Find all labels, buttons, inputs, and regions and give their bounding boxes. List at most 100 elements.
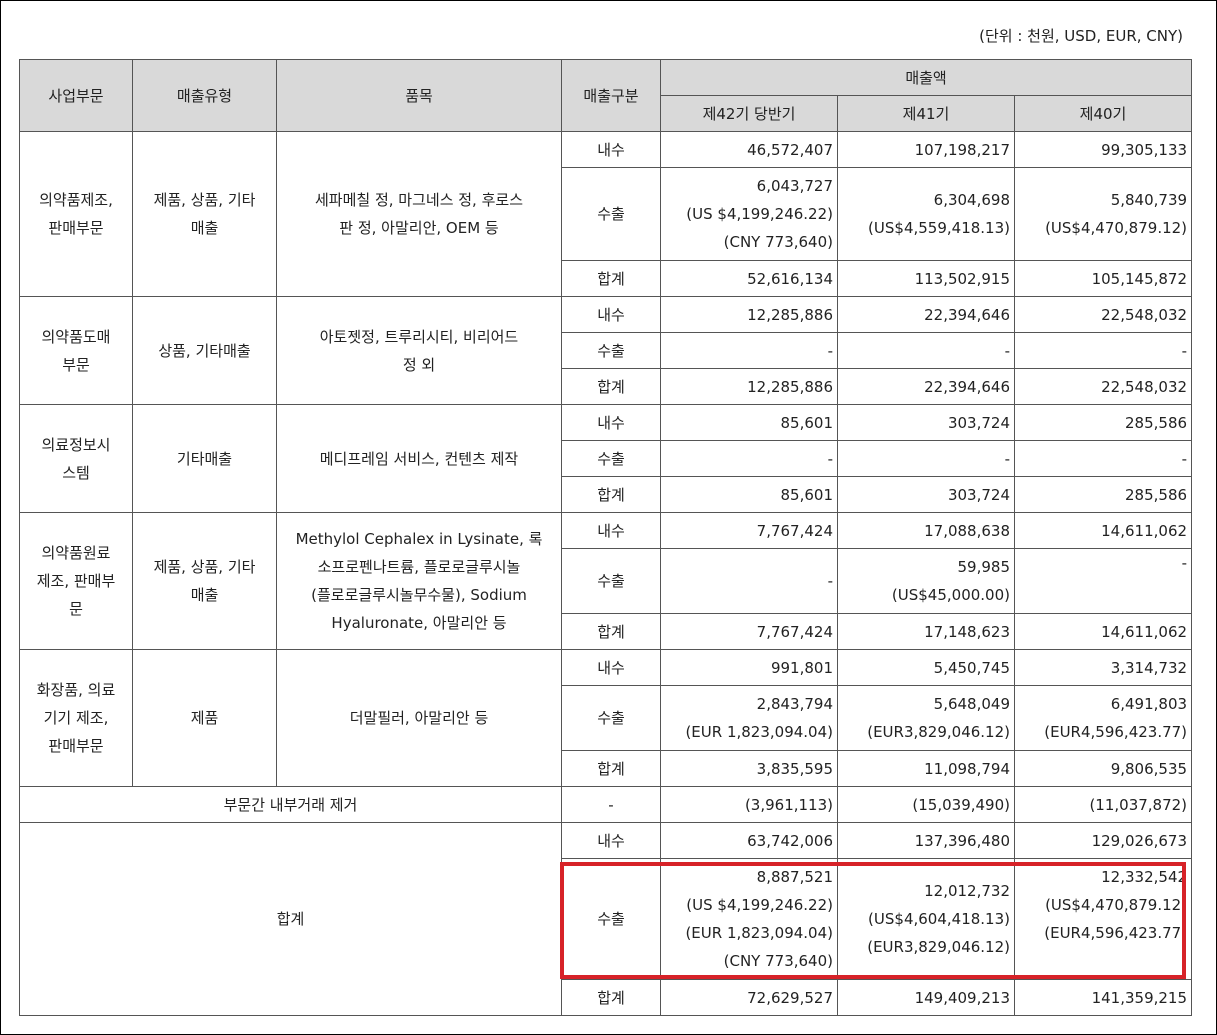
category-cell: 수출	[561, 548, 661, 614]
items-cell: Methylol Cephalex in Lysinate, 록 소프로펜나트륨,…	[276, 512, 562, 650]
category-cell: 내수	[561, 822, 661, 859]
unit-note: (단위 : 천원, USD, EUR, CNY)	[979, 27, 1183, 45]
value-cell: 7,767,424	[660, 512, 838, 549]
segment-cell: 의료정보시 스템	[19, 404, 133, 513]
value-cell: 14,611,062	[1013, 613, 1193, 650]
category-cell: 합계	[561, 750, 661, 787]
category-cell: 수출	[561, 440, 661, 477]
category-cell: 수출	[561, 858, 661, 980]
table-row: 의약품도매 부문 상품, 기타매출 아토젯정, 트루리시티, 비리어드 정 외 내수…	[19, 296, 1193, 405]
value-cell: 85,601	[660, 404, 838, 441]
segment-cell: 화장품, 의료 기기 제조, 판매부문	[19, 649, 133, 787]
type-cell: 상품, 기타매출	[132, 296, 277, 405]
value-cell: 72,629,527	[660, 979, 838, 1016]
header-sales-category: 매출구분	[561, 59, 661, 132]
value-cell: 22,394,646	[837, 368, 1015, 405]
value-cell: 11,098,794	[837, 750, 1015, 787]
value-cell: 12,012,732 (US$4,604,418.13) (EUR3,829,046…	[837, 858, 1015, 980]
grand-total-label: 합계	[19, 822, 562, 1016]
header-period-42: 제42기 당반기	[660, 95, 838, 132]
elimination-label: 부문간 내부거래 제거	[19, 786, 562, 823]
segment-cell: 의약품원료 제조, 판매부 문	[19, 512, 133, 650]
type-cell: 제품	[132, 649, 277, 787]
category-cell: -	[561, 786, 661, 823]
category-cell: 합계	[561, 613, 661, 650]
category-cell: 수출	[561, 685, 661, 751]
value-cell: (3,961,113)	[660, 786, 838, 823]
value-cell: 285,586	[1013, 476, 1193, 513]
items-cell: 세파메칠 정, 마그네스 정, 후로스 판 정, 아말리안, OEM 등	[276, 131, 562, 297]
value-cell: 9,806,535	[1013, 750, 1193, 787]
category-cell: 내수	[561, 404, 661, 441]
table-row: 의약품제조, 판매부문 제품, 상품, 기타 매출 세파메칠 정, 마그네스 정, …	[19, 131, 1193, 297]
value-cell: 17,088,638	[837, 512, 1015, 549]
items-cell: 더말필러, 아말리안 등	[276, 649, 562, 787]
value-cell: (11,037,872)	[1013, 786, 1193, 823]
header-revenue: 매출액	[659, 59, 1193, 96]
category-cell: 수출	[561, 332, 661, 369]
value-cell: 105,145,872	[1013, 260, 1193, 297]
table-row: 부문간 내부거래 제거 - (3,961,113) (15,039,490) (…	[19, 786, 1193, 823]
value-cell: 113,502,915	[837, 260, 1015, 297]
value-cell: 6,491,803 (EUR4,596,423.77)	[1013, 685, 1193, 751]
value-cell: 5,840,739 (US$4,470,879.12)	[1013, 167, 1193, 261]
value-cell: 6,043,727 (US $4,199,246.22) (CNY 773,640)	[660, 167, 838, 261]
type-cell: 제품, 상품, 기타 매출	[132, 512, 277, 650]
value-cell: 22,548,032	[1013, 368, 1193, 405]
type-cell: 제품, 상품, 기타 매출	[132, 131, 277, 297]
value-cell: 2,843,794 (EUR 1,823,094.04)	[660, 685, 838, 751]
value-cell: 5,648,049 (EUR3,829,046.12)	[837, 685, 1015, 751]
table-row: 합계 내수 63,742,006 137,396,480 129,026,673	[19, 822, 1193, 1016]
revenue-table: 사업부문 매출유형 품목 매출구분 매출액 제42기 당반기 제41기 제40기…	[19, 59, 1193, 1016]
value-cell: -	[837, 440, 1015, 477]
table-row: 의료정보시 스템 기타매출 메디프레임 서비스, 컨텐츠 제작 내수 85,601…	[19, 404, 1193, 513]
value-cell: 8,887,521 (US $4,199,246.22) (EUR 1,823,09…	[660, 858, 838, 980]
value-cell: -	[1013, 332, 1193, 369]
value-cell: 46,572,407	[660, 131, 838, 168]
header-sales-type: 매출유형	[132, 59, 277, 132]
value-cell: -	[1013, 440, 1193, 477]
value-cell: 6,304,698 (US$4,559,418.13)	[837, 167, 1015, 261]
category-cell: 합계	[561, 368, 661, 405]
value-cell: -	[660, 332, 838, 369]
value-cell: 3,835,595	[660, 750, 838, 787]
value-cell: 129,026,673	[1013, 822, 1193, 859]
segment-cell: 의약품제조, 판매부문	[19, 131, 133, 297]
value-cell: 137,396,480	[837, 822, 1015, 859]
category-cell: 합계	[561, 476, 661, 513]
category-cell: 합계	[561, 979, 661, 1016]
value-cell: 85,601	[660, 476, 838, 513]
value-cell: 12,285,886	[660, 296, 838, 333]
header-segment: 사업부문	[19, 59, 133, 132]
value-cell: 12,332,542 (US$4,470,879.12) (EUR4,596,423…	[1013, 858, 1193, 980]
category-cell: 내수	[561, 649, 661, 686]
table-row: 의약품원료 제조, 판매부 문 제품, 상품, 기타 매출 Methylol Ceph…	[19, 512, 1193, 650]
category-cell: 내수	[561, 131, 661, 168]
header-items: 품목	[276, 59, 562, 132]
header-period-40: 제40기	[1013, 95, 1193, 132]
value-cell: 12,285,886	[660, 368, 838, 405]
value-cell: 63,742,006	[660, 822, 838, 859]
table-row: 화장품, 의료 기기 제조, 판매부문 제품 더말필러, 아말리안 등 내수 991…	[19, 649, 1193, 787]
value-cell: -	[1013, 548, 1193, 614]
type-cell: 기타매출	[132, 404, 277, 513]
value-cell: -	[660, 440, 838, 477]
items-cell: 아토젯정, 트루리시티, 비리어드 정 외	[276, 296, 562, 405]
category-cell: 내수	[561, 512, 661, 549]
category-cell: 내수	[561, 296, 661, 333]
value-cell: 3,314,732	[1013, 649, 1193, 686]
category-cell: 합계	[561, 260, 661, 297]
value-cell: 99,305,133	[1013, 131, 1193, 168]
value-cell: 52,616,134	[660, 260, 838, 297]
value-cell: 14,611,062	[1013, 512, 1193, 549]
value-cell: 149,409,213	[837, 979, 1015, 1016]
value-cell: 303,724	[837, 476, 1015, 513]
value-cell: 991,801	[660, 649, 838, 686]
value-cell: -	[837, 332, 1015, 369]
value-cell: (15,039,490)	[837, 786, 1015, 823]
value-cell: 59,985 (US$45,000.00)	[837, 548, 1015, 614]
value-cell: 141,359,215	[1013, 979, 1193, 1016]
value-cell: 107,198,217	[837, 131, 1015, 168]
value-cell: 5,450,745	[837, 649, 1015, 686]
segment-cell: 의약품도매 부문	[19, 296, 133, 405]
